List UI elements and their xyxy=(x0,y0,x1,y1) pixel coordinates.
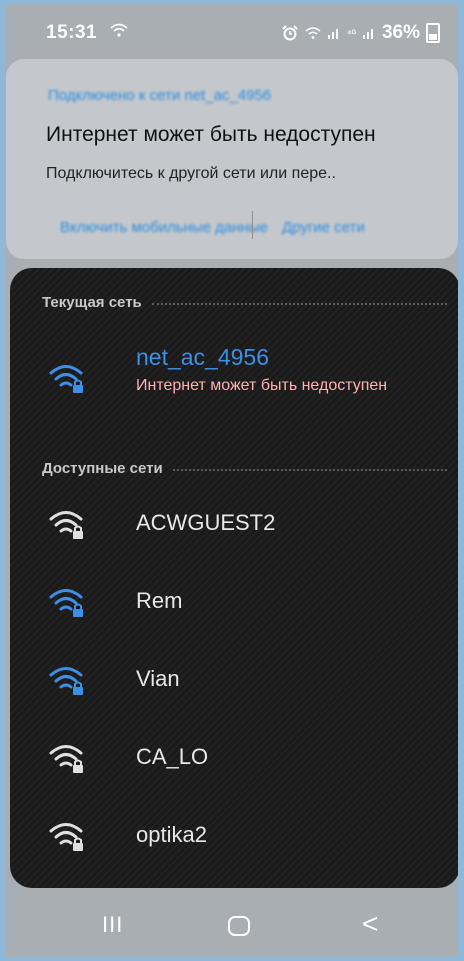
back-button[interactable]: < xyxy=(362,908,378,940)
wifi-lock-icon xyxy=(49,589,83,617)
wifi-lock-icon xyxy=(49,365,83,393)
section-divider xyxy=(172,468,447,471)
enable-mobile-data-button[interactable]: Включить мобильные данные xyxy=(60,219,268,236)
current-network-header: Текущая сеть xyxy=(42,294,447,311)
battery-icon xyxy=(426,23,440,43)
button-divider xyxy=(252,211,253,239)
home-button[interactable] xyxy=(228,916,250,936)
recents-button[interactable]: III xyxy=(102,912,123,938)
status-right-group: ⁴ᴳ 36% xyxy=(281,22,440,44)
section-divider xyxy=(151,302,447,305)
wifi-status-icon xyxy=(110,23,128,37)
alarm-icon xyxy=(282,25,298,41)
notice-title: Интернет может быть недоступен xyxy=(46,123,376,146)
network-name: Vian xyxy=(136,666,180,691)
wifi-signal-icon xyxy=(305,27,321,39)
current-network-name: net_ac_4956 xyxy=(136,344,270,370)
notice-subtitle: Подключитесь к другой сети или пере.. xyxy=(46,165,336,182)
network-type-label: ⁴ᴳ xyxy=(347,27,356,38)
wifi-lock-icon xyxy=(49,823,83,851)
available-networks-header: Доступные сети xyxy=(42,460,447,477)
network-name: CA_LO xyxy=(136,744,209,769)
connected-network-link[interactable]: Подключено к сети net_ac_4956 xyxy=(48,87,271,104)
network-name: Rem xyxy=(136,588,183,613)
navigation-bar: III < xyxy=(6,894,458,957)
current-network-label: Текущая сеть xyxy=(42,294,142,311)
status-bar: 15:31 ⁴ᴳ 36% xyxy=(6,4,458,56)
phone-screen: 15:31 ⁴ᴳ 36% Подключено к сети net_ac_49… xyxy=(6,4,458,957)
wifi-lock-icon xyxy=(49,745,83,773)
battery-percent: 36% xyxy=(381,22,420,43)
cell-signal-2-icon xyxy=(362,29,373,39)
wifi-lock-icon xyxy=(49,667,83,695)
other-networks-button[interactable]: Другие сети xyxy=(282,219,365,236)
status-time: 15:31 xyxy=(46,22,98,43)
wifi-networks-panel: Текущая сеть net_ac_4956 Интернет может … xyxy=(10,268,458,888)
connection-notice: Подключено к сети net_ac_4956 Интернет м… xyxy=(6,59,458,259)
cell-signal-icon xyxy=(328,29,338,39)
network-name: optika2 xyxy=(136,822,207,847)
wifi-lock-icon xyxy=(49,511,83,539)
available-networks-label: Доступные сети xyxy=(42,460,163,477)
network-name: ACWGUEST2 xyxy=(136,510,276,535)
current-network-status: Интернет может быть недоступен xyxy=(136,377,388,394)
